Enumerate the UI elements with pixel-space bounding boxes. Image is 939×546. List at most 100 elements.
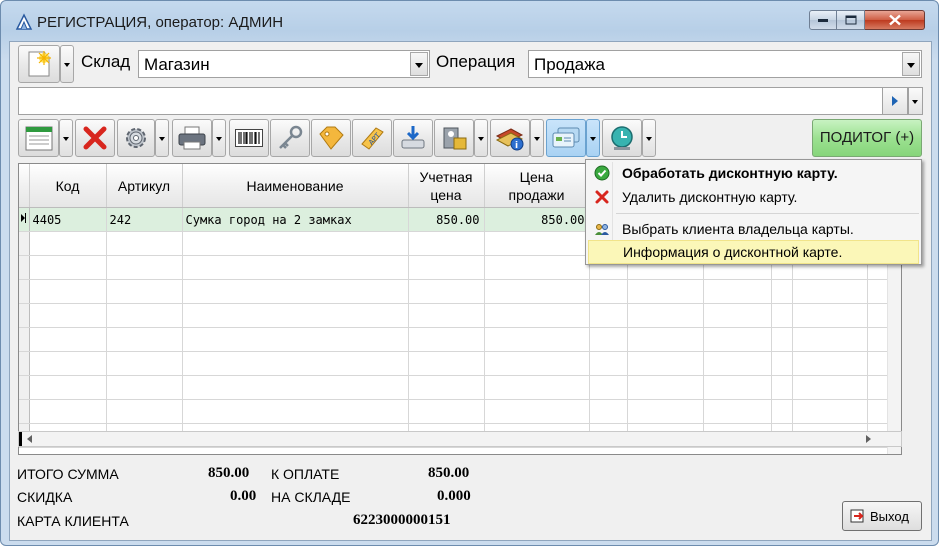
cell-empty[interactable] [29,303,107,328]
scroll-thumb[interactable] [19,432,22,446]
cell-empty[interactable] [627,327,704,352]
exit-button[interactable]: Выход [842,501,922,531]
new-document-button[interactable] [18,45,60,83]
cell-empty[interactable] [771,279,793,304]
empty-row[interactable] [19,375,889,400]
cell-empty[interactable] [792,279,868,304]
empty-row[interactable] [19,399,889,424]
column-header-code[interactable]: Код [29,164,107,208]
cell-empty[interactable] [771,375,793,400]
cell-empty[interactable] [484,231,590,256]
print-button[interactable] [172,119,212,157]
column-header-sale-price[interactable]: Цена продажи [484,164,590,208]
scroll-left-icon[interactable] [27,435,32,443]
menu-item-process-card[interactable]: Обработать дисконтную карту. [588,162,919,184]
operation-select[interactable]: Продажа [528,50,922,78]
cell-empty[interactable] [627,375,704,400]
column-header-article[interactable]: Артикул [106,164,183,208]
chevron-down-icon[interactable] [902,52,920,76]
money-dropdown[interactable] [474,119,488,157]
cell-empty[interactable] [182,399,409,424]
barcode-button[interactable] [229,119,269,157]
cell-empty[interactable] [484,303,590,328]
cell-empty[interactable] [771,327,793,352]
cell-empty[interactable] [627,303,704,328]
cell-empty[interactable] [408,327,485,352]
menu-item-card-info[interactable]: Информация о дисконтной карте. [588,240,919,264]
cell-empty[interactable] [408,255,485,280]
cell-empty[interactable] [484,279,590,304]
play-dropdown[interactable] [908,87,923,115]
search-input[interactable] [18,87,888,115]
cell-empty[interactable] [589,351,628,376]
maximize-button[interactable] [837,10,865,30]
document-list-dropdown[interactable] [59,119,73,157]
print-dropdown[interactable] [212,119,226,157]
scroll-right-icon[interactable] [866,435,871,443]
menu-item-select-client[interactable]: Выбрать клиента владельца карты. [588,218,919,240]
import-button[interactable] [393,119,433,157]
minimize-button[interactable] [809,10,837,30]
key-button[interactable] [270,119,310,157]
cell-empty[interactable] [792,351,868,376]
cell-empty[interactable] [703,303,772,328]
menu-item-delete-card[interactable]: Удалить дисконтную карту. [588,186,919,208]
empty-row[interactable] [19,351,889,376]
cell-empty[interactable] [408,279,485,304]
cell-empty[interactable] [589,375,628,400]
sklad-select[interactable]: Магазин [138,50,430,78]
cell-empty[interactable] [484,327,590,352]
cell-empty[interactable] [182,327,409,352]
cell-name[interactable]: Сумка город на 2 замках [182,207,409,232]
cell-empty[interactable] [484,399,590,424]
cell-empty[interactable] [106,327,183,352]
cell-empty[interactable] [29,351,107,376]
discount-card-dropdown[interactable] [586,119,600,157]
cell-empty[interactable] [106,399,183,424]
cell-empty[interactable] [867,327,889,352]
empty-row[interactable] [19,279,889,304]
cell-empty[interactable] [29,327,107,352]
cell-empty[interactable] [792,399,868,424]
settings-button[interactable] [117,119,155,157]
cell-empty[interactable] [182,231,409,256]
cell-empty[interactable] [29,399,107,424]
cell-empty[interactable] [106,255,183,280]
cell-empty[interactable] [29,279,107,304]
cell-empty[interactable] [867,375,889,400]
cell-empty[interactable] [792,327,868,352]
cell-empty[interactable] [703,375,772,400]
time-button[interactable] [602,119,642,157]
cell-code[interactable]: 4405 [29,207,107,232]
cell-empty[interactable] [106,375,183,400]
cell-empty[interactable] [106,279,183,304]
cell-empty[interactable] [703,327,772,352]
cell-empty[interactable] [182,351,409,376]
info-button[interactable]: i [490,119,530,157]
cell-empty[interactable] [867,279,889,304]
document-list-button[interactable] [18,119,59,157]
empty-row[interactable] [19,327,889,352]
new-document-dropdown[interactable] [60,45,74,83]
cell-empty[interactable] [589,327,628,352]
column-header-account-price[interactable]: Учетная цена [408,164,485,208]
poditog-button[interactable]: ПОДИТОГ (+) [812,119,922,157]
cell-empty[interactable] [106,231,183,256]
title-bar[interactable]: РЕГИСТРАЦИЯ, оператор: АДМИН [1,1,938,43]
cell-empty[interactable] [106,351,183,376]
cell-empty[interactable] [627,351,704,376]
cell-empty[interactable] [182,255,409,280]
cell-empty[interactable] [29,255,107,280]
cell-empty[interactable] [484,255,590,280]
cell-empty[interactable] [771,399,793,424]
cell-empty[interactable] [792,303,868,328]
play-button[interactable] [882,87,908,115]
cell-empty[interactable] [867,399,889,424]
cell-empty[interactable] [589,303,628,328]
cell-empty[interactable] [408,351,485,376]
cell-empty[interactable] [589,279,628,304]
cell-empty[interactable] [408,303,485,328]
cell-empty[interactable] [627,279,704,304]
cell-empty[interactable] [182,303,409,328]
chevron-down-icon[interactable] [410,52,428,76]
